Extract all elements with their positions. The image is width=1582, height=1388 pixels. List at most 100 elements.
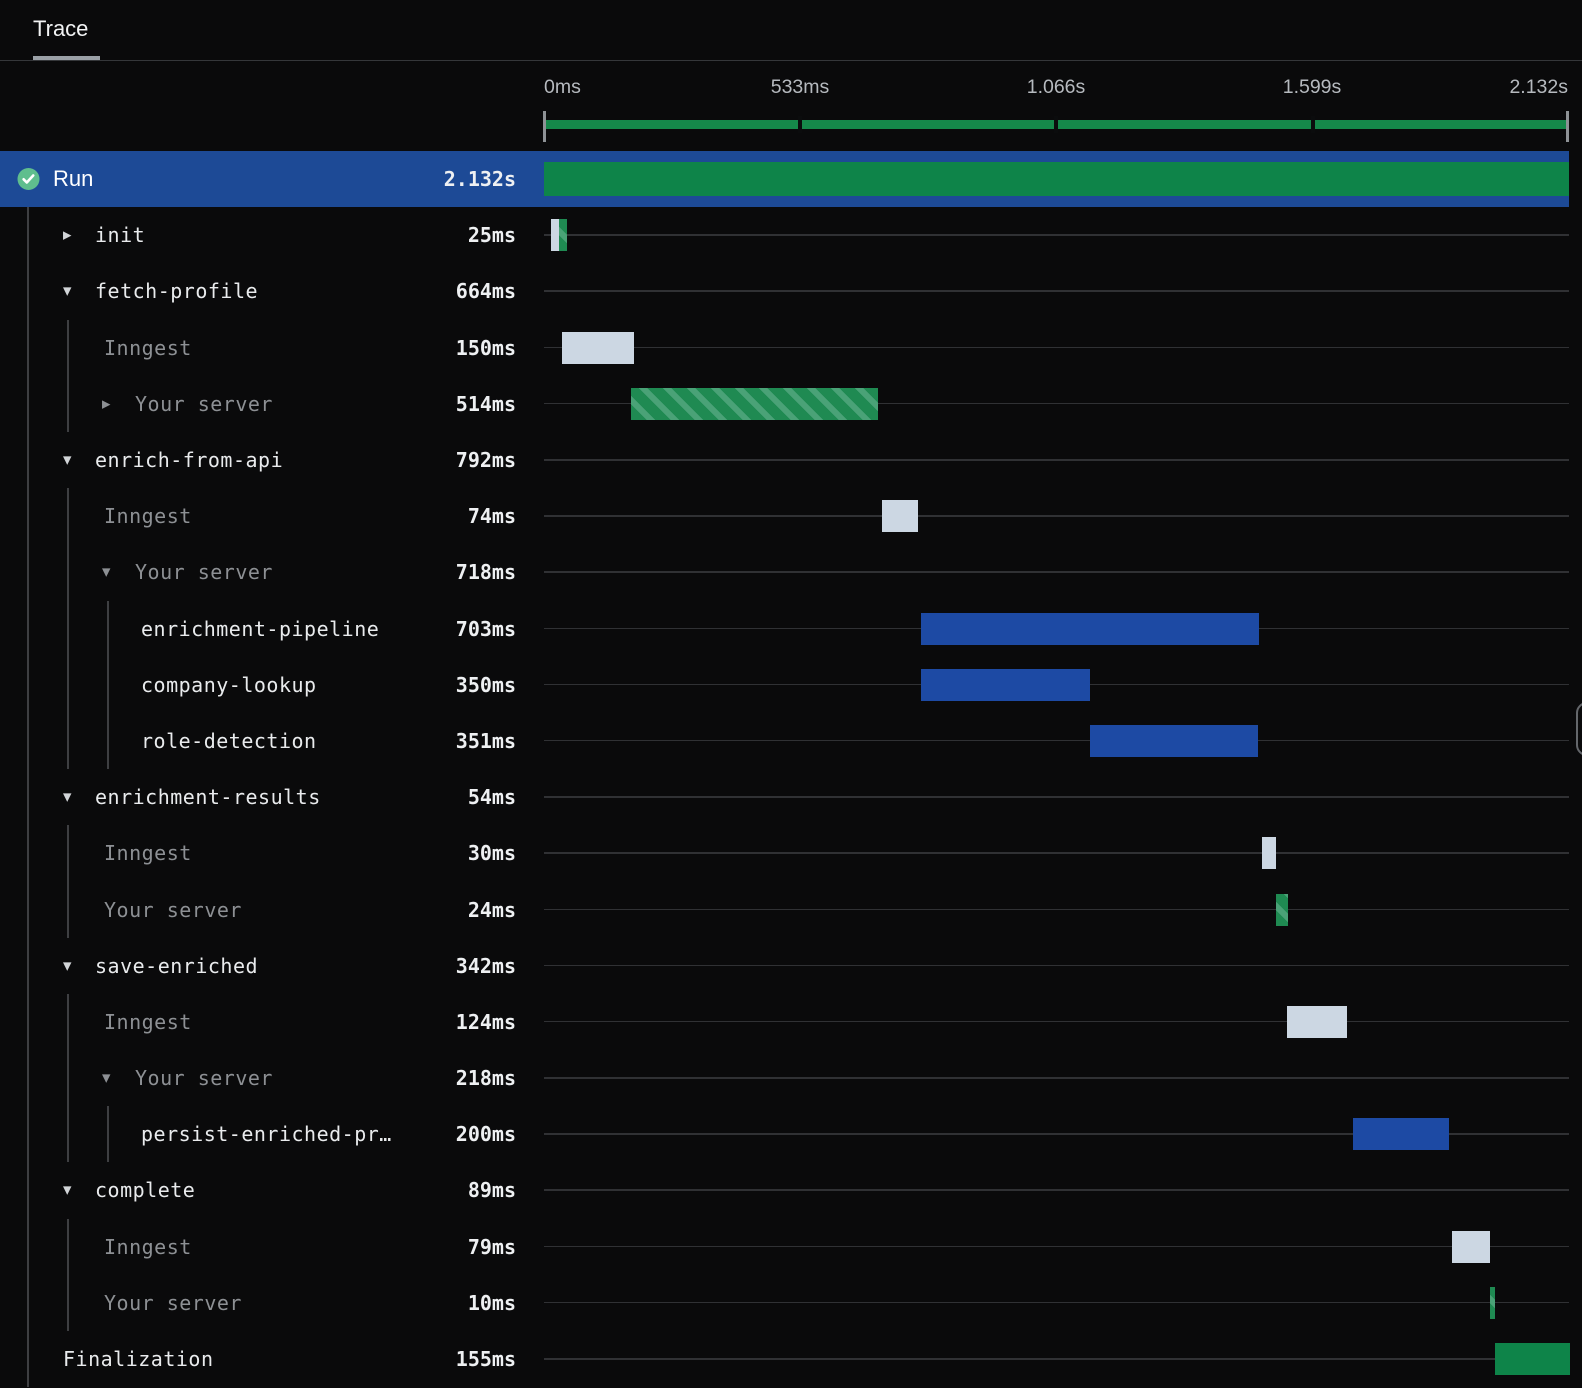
collapse-toggle-icon[interactable]: ▼ bbox=[63, 285, 71, 298]
trace-row-save-enriched[interactable]: ▼ save-enriched 342ms bbox=[0, 937, 1582, 994]
trace-row-run[interactable]: Run 2.132s bbox=[0, 151, 1582, 208]
chart-lane bbox=[544, 657, 1569, 713]
tree-guide-line bbox=[67, 544, 69, 601]
trace-row-inngest[interactable]: Inngest 30ms bbox=[0, 825, 1582, 882]
collapse-toggle-icon[interactable]: ▼ bbox=[63, 1184, 71, 1197]
trace-row-fetch-profile[interactable]: ▼ fetch-profile 664ms bbox=[0, 263, 1582, 320]
span-duration: 200ms bbox=[455, 1122, 516, 1147]
span-bar-gray[interactable] bbox=[1451, 1230, 1490, 1263]
trace-row-your-server[interactable]: ▶ Your server 514ms bbox=[0, 375, 1582, 432]
trace-row-inngest[interactable]: Inngest 124ms bbox=[0, 993, 1582, 1050]
tree-guide-line bbox=[27, 1050, 29, 1107]
scroll-handle[interactable] bbox=[1576, 702, 1582, 756]
span-bar-hatch[interactable] bbox=[630, 387, 878, 420]
span-duration: 342ms bbox=[455, 953, 516, 978]
trace-row-role-detection[interactable]: role-detection 351ms bbox=[0, 712, 1582, 770]
tree-guide-line bbox=[67, 1274, 69, 1331]
span-duration: 664ms bbox=[455, 279, 516, 304]
span-name: enrichment-pipeline bbox=[141, 616, 380, 641]
span-bar-blue[interactable] bbox=[1353, 1118, 1450, 1151]
trace-row-enrichment-pipeline[interactable]: enrichment-pipeline 703ms bbox=[0, 600, 1582, 657]
trace-row-your-server[interactable]: ▼ Your server 718ms bbox=[0, 544, 1582, 601]
tree-guide-line bbox=[27, 600, 29, 657]
minimap-minor-tick bbox=[1054, 116, 1058, 133]
span-bar-green[interactable] bbox=[1495, 1343, 1570, 1376]
span-duration: 74ms bbox=[467, 504, 516, 529]
span-bar-blue[interactable] bbox=[921, 668, 1090, 701]
chart-lane bbox=[544, 544, 1569, 600]
expand-toggle-icon[interactable]: ▶ bbox=[102, 397, 110, 410]
row-gridline bbox=[544, 739, 1569, 742]
span-name: company-lookup bbox=[141, 672, 317, 697]
span-name: Your server bbox=[104, 1290, 242, 1315]
row-gridline bbox=[544, 515, 1569, 517]
span-name: enrichment-results bbox=[95, 785, 321, 810]
chart-lane bbox=[544, 320, 1569, 376]
trace-row-complete[interactable]: ▼ complete 89ms bbox=[0, 1162, 1582, 1219]
span-name: Inngest bbox=[104, 841, 192, 866]
span-name: save-enriched bbox=[95, 953, 259, 978]
chart-lane bbox=[544, 1162, 1569, 1218]
collapse-toggle-icon[interactable]: ▼ bbox=[63, 791, 71, 804]
span-name: Finalization bbox=[63, 1347, 214, 1372]
span-bar-gray[interactable] bbox=[1287, 1005, 1347, 1038]
span-name: init bbox=[95, 223, 146, 248]
check-circle-icon bbox=[17, 168, 40, 191]
trace-row-inngest[interactable]: Inngest 150ms bbox=[0, 319, 1582, 376]
collapse-toggle-icon[interactable]: ▼ bbox=[102, 1072, 110, 1085]
minimap-minor-tick bbox=[1310, 116, 1315, 133]
tree-guide-line bbox=[27, 488, 29, 545]
span-name: Your server bbox=[135, 1066, 273, 1091]
tree-guide-line bbox=[67, 712, 69, 770]
trace-row-your-server[interactable]: ▼ Your server 218ms bbox=[0, 1050, 1582, 1107]
row-gridline bbox=[544, 1358, 1569, 1360]
chart-lane bbox=[544, 938, 1569, 994]
span-bar-blue[interactable] bbox=[1089, 724, 1259, 757]
chart-lane bbox=[544, 1331, 1570, 1387]
tree-guide-line bbox=[27, 207, 29, 264]
trace-row-enrichment-results[interactable]: ▼ enrichment-results 54ms bbox=[0, 769, 1582, 826]
span-bar-hatch[interactable] bbox=[1276, 893, 1288, 926]
chart-lane bbox=[544, 825, 1569, 881]
chart-lane bbox=[544, 488, 1569, 544]
row-gridline bbox=[544, 234, 1569, 236]
tree-guide-line bbox=[67, 375, 69, 432]
trace-row-finalization[interactable]: Finalization 155ms bbox=[0, 1330, 1582, 1388]
collapse-toggle-icon[interactable]: ▼ bbox=[63, 454, 71, 467]
trace-row-inngest[interactable]: Inngest 79ms bbox=[0, 1218, 1582, 1275]
trace-row-your-server[interactable]: Your server 10ms bbox=[0, 1274, 1582, 1331]
trace-row-init[interactable]: ▶ init 25ms bbox=[0, 207, 1582, 264]
collapse-toggle-icon[interactable]: ▼ bbox=[63, 959, 71, 972]
tree-guide-line bbox=[67, 319, 69, 376]
span-bar-blue[interactable] bbox=[921, 612, 1260, 645]
span-bar-gray[interactable] bbox=[1261, 837, 1277, 870]
span-name: Your server bbox=[135, 391, 273, 416]
run-chart-lane bbox=[544, 151, 1569, 207]
chart-lane bbox=[544, 432, 1569, 488]
trace-row-inngest[interactable]: Inngest 74ms bbox=[0, 488, 1582, 545]
trace-row-enrich-from-api[interactable]: ▼ enrich-from-api 792ms bbox=[0, 431, 1582, 489]
row-gridline bbox=[544, 1301, 1569, 1304]
tree-guide-line bbox=[107, 600, 109, 657]
span-name: Your server bbox=[104, 897, 242, 922]
active-tab-indicator bbox=[33, 56, 100, 60]
collapse-toggle-icon[interactable]: ▼ bbox=[102, 566, 110, 579]
span-name: Inngest bbox=[104, 504, 192, 529]
tree-guide-line bbox=[27, 1106, 29, 1163]
span-bar-hatch[interactable] bbox=[558, 219, 567, 252]
run-label: Run bbox=[53, 166, 94, 192]
run-span-bar[interactable] bbox=[544, 162, 1569, 197]
trace-row-company-lookup[interactable]: company-lookup 350ms bbox=[0, 656, 1582, 713]
span-bar-gray[interactable] bbox=[882, 500, 919, 533]
trace-row-your-server[interactable]: Your server 24ms bbox=[0, 881, 1582, 938]
tree-guide-line bbox=[27, 712, 29, 770]
timeline-minimap[interactable] bbox=[543, 111, 1569, 143]
span-bar-gray[interactable] bbox=[562, 331, 635, 364]
trace-row-persist-enriched-pr[interactable]: persist-enriched-pr… 200ms bbox=[0, 1106, 1582, 1163]
span-bar-gray[interactable] bbox=[550, 219, 559, 252]
tree-guide-line bbox=[107, 712, 109, 770]
tree-guide-line bbox=[107, 656, 109, 713]
span-bar-hatch[interactable] bbox=[1490, 1286, 1495, 1319]
expand-toggle-icon[interactable]: ▶ bbox=[63, 229, 71, 242]
chart-lane bbox=[544, 994, 1569, 1050]
